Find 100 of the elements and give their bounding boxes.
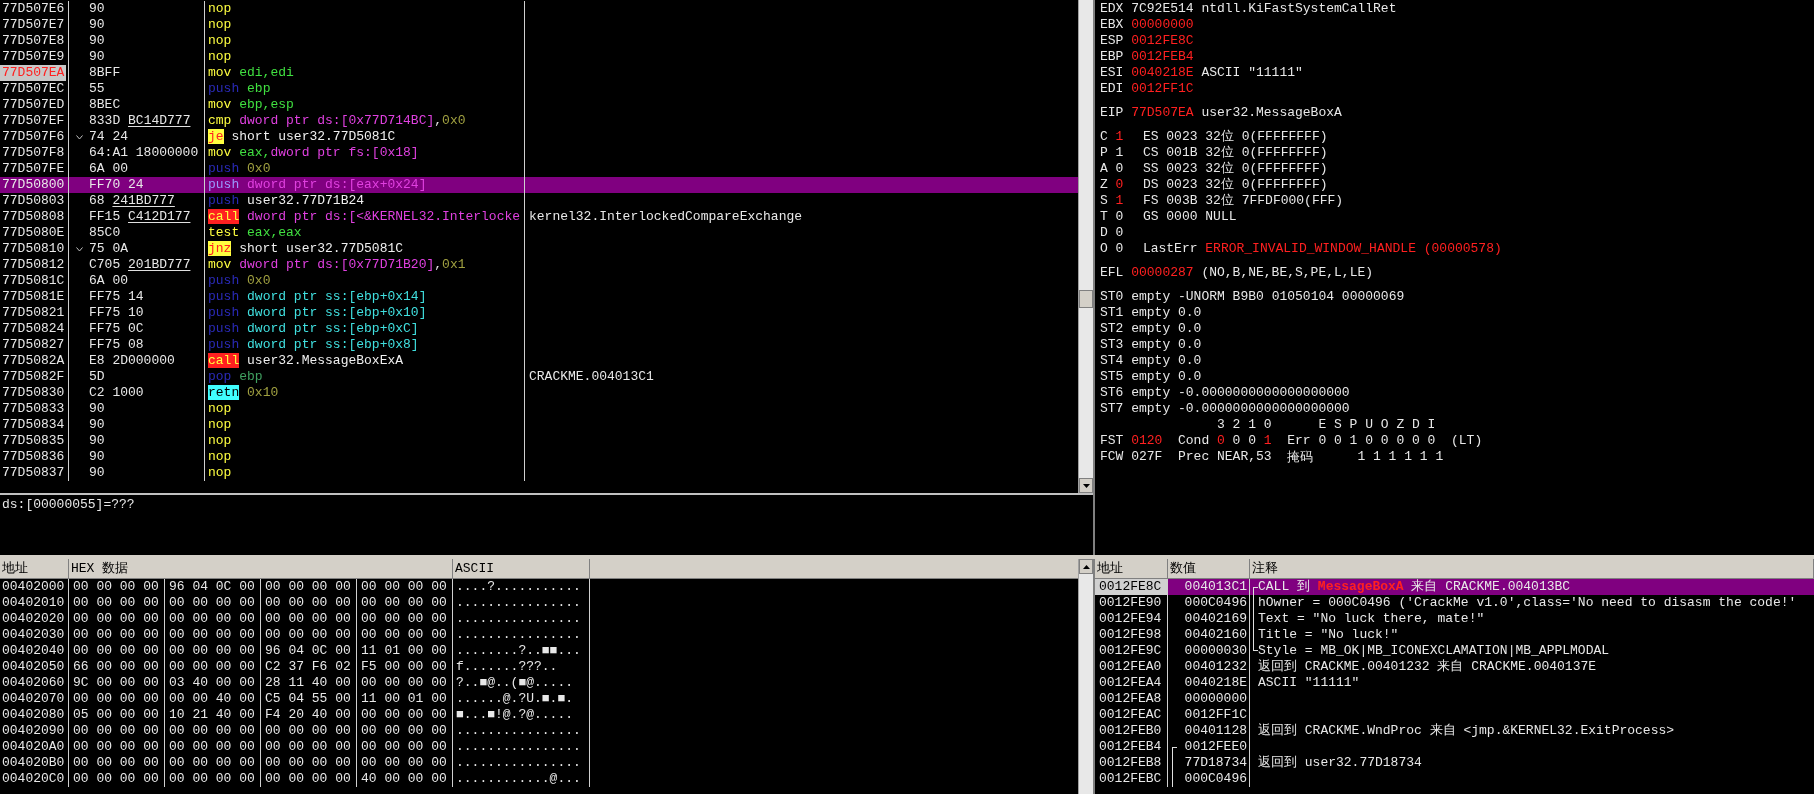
address-cell-text: 77D50833: [1, 401, 66, 417]
disassembly-row[interactable]: 77D507EC 55 push ebp: [0, 81, 1078, 97]
scroll-thumb[interactable]: [1079, 290, 1093, 308]
disassembly-row[interactable]: 77D50824 FF75 0C push dword ptr ss:[ebp+0xC]: [0, 321, 1078, 337]
flag-name: Z: [1100, 177, 1109, 193]
stack-row[interactable]: 0012FEB0 00401128 返回到 CRACKME.WndProc 来自 <jmp.&KERNEL32.ExitProcess>: [1095, 723, 1814, 739]
column-header[interactable]: 数值: [1168, 559, 1250, 578]
disassembly-row[interactable]: 77D50812 C705 201BD777 mov dword ptr ds:[0x77D71B20],0x1: [0, 257, 1078, 273]
stack-row[interactable]: 0012FE8C 004013C1 CALL 到 MessageBoxA 来自 CRACKME.004013BC: [1095, 579, 1814, 595]
instruction: mov edi,edi: [208, 65, 294, 80]
disassembly-row[interactable]: 77D50834 90 nop: [0, 417, 1078, 433]
disassembly-row[interactable]: 77D5081C 6A 00 push 0x0: [0, 273, 1078, 289]
disassembly-row[interactable]: 77D50837 90 nop: [0, 465, 1078, 481]
hex-bytes: 6A 00: [89, 273, 128, 289]
disassembly-row[interactable]: 77D50800 FF70 24 push dword ptr ds:[eax+0x24]: [0, 177, 1078, 193]
column-header[interactable]: 地址: [1095, 559, 1168, 578]
disassembly-row[interactable]: 77D5082A E8 2D000000 call user32.MessageBoxExA: [0, 353, 1078, 369]
disassembly-row[interactable]: 77D507ED 8BEC mov ebp,esp: [0, 97, 1078, 113]
stack-row[interactable]: 0012FEB4 0012FEE0: [1095, 739, 1814, 755]
disassembly-row[interactable]: 77D50836 90 nop: [0, 449, 1078, 465]
address-cell-text: 77D507FE: [1, 161, 66, 177]
flag-value[interactable]: 0: [1115, 241, 1143, 257]
register-value[interactable]: 00000287: [1131, 265, 1202, 281]
flag-value[interactable]: 0: [1115, 177, 1143, 193]
address-cell: 00402030: [0, 627, 69, 643]
hex-bytes: 05 00 00 00: [69, 707, 165, 723]
address-cell-text: 77D50810: [1, 241, 66, 257]
flag-value[interactable]: 0: [1115, 161, 1143, 177]
stack-row[interactable]: 0012FEA4 0040218E ASCII "11111": [1095, 675, 1814, 691]
stack-row[interactable]: 0012FEA8 00000000: [1095, 691, 1814, 707]
instruction: nop: [208, 433, 232, 448]
register-value[interactable]: 0012FE8C: [1131, 33, 1202, 49]
disassembly-row[interactable]: 77D50810 75 0A jnz short user32.77D5081C: [0, 241, 1078, 257]
stack-value: 77D18734: [1184, 755, 1247, 771]
hex-bytes: 00 00 00 00: [165, 627, 261, 643]
disassembly-row[interactable]: 77D5081E FF75 14 push dword ptr ss:[ebp+0x14]: [0, 289, 1078, 305]
stack-row[interactable]: 0012FEBC 000C0496: [1095, 771, 1814, 787]
scrollbar[interactable]: [1078, 0, 1093, 493]
disassembly-row[interactable]: 77D507E8 90 nop: [0, 33, 1078, 49]
disassembly-row[interactable]: 77D507E6 90 nop: [0, 1, 1078, 17]
register-value[interactable]: 00000000: [1131, 17, 1202, 33]
register-name: ESI: [1100, 65, 1125, 81]
scrollbar[interactable]: [1078, 559, 1093, 794]
disassembly-row[interactable]: 77D507EA 8BFF mov edi,edi: [0, 65, 1078, 81]
flag-value[interactable]: 1: [1115, 193, 1143, 209]
address-cell-text: 77D50837: [1, 465, 66, 481]
column-header[interactable]: 地址: [0, 559, 69, 578]
hex-bytes: 00 00 00 00: [69, 627, 165, 643]
register-value[interactable]: 027F: [1131, 449, 1178, 465]
disassembly-row[interactable]: 77D50808 FF15 C412D177 call dword ptr ds:[<&KERNEL32.Interlocke kernel32.InterlockedCompareExchange: [0, 209, 1078, 225]
column-header[interactable]: 注释: [1250, 559, 1814, 578]
disassembly-row[interactable]: 77D507F6 74 24 je short user32.77D5081C: [0, 129, 1078, 145]
register-value[interactable]: 0012FEB4: [1131, 49, 1202, 65]
stack-row[interactable]: 0012FE98 00402160 Title = "No luck!": [1095, 627, 1814, 643]
hex-bytes: 00 00 00 00: [69, 723, 165, 739]
hex-bytes: C2 37 F6 02: [261, 659, 357, 675]
register-value[interactable]: 0120: [1131, 433, 1178, 449]
instruction: test eax,eax: [208, 225, 302, 240]
disassembly-row[interactable]: 77D50833 90 nop: [0, 401, 1078, 417]
ascii-text: f.......???..: [453, 659, 590, 675]
flag-value[interactable]: 0: [1115, 225, 1143, 241]
stack-row[interactable]: 0012FEA0 00401232 返回到 CRACKME.00401232 来自 CRACKME.0040137E: [1095, 659, 1814, 675]
disassembly-row[interactable]: 77D50835 90 nop: [0, 433, 1078, 449]
register-value[interactable]: 0012FF1C: [1131, 81, 1202, 97]
disassembly-row[interactable]: 77D50821 FF75 10 push dword ptr ss:[ebp+0x10]: [0, 305, 1078, 321]
hex-bytes: 00 00 00 00: [261, 755, 357, 771]
register-name: ESP: [1100, 33, 1125, 49]
flag-value[interactable]: 1: [1115, 145, 1143, 161]
address-cell-text: 77D507F8: [1, 145, 66, 161]
flag-value[interactable]: 0: [1115, 209, 1143, 225]
hex-bytes: 00 00 00 00: [165, 643, 261, 659]
column-header[interactable]: ASCII: [453, 559, 590, 578]
address-cell: 77D507EA: [0, 65, 67, 81]
instruction: push ebp: [208, 81, 271, 96]
stack-comment: ASCII "11111": [1258, 675, 1360, 691]
stack-row[interactable]: 0012FE90 000C0496 hOwner = 000C0496 ('CrackMe v1.0',class='No need to disasm the code!': [1095, 595, 1814, 611]
instruction: nop: [208, 33, 232, 48]
disassembly-row[interactable]: 77D507E7 90 nop: [0, 17, 1078, 33]
stack-row[interactable]: 0012FE94 00402169 Text = "No luck there, mate!": [1095, 611, 1814, 627]
register-value[interactable]: 7C92E514: [1131, 1, 1202, 17]
disassembly-row[interactable]: 77D507F8 64:A1 18000000 mov eax,dword ptr fs:[0x18]: [0, 145, 1078, 161]
field-label: Err: [1287, 433, 1312, 449]
stack-row[interactable]: 0012FEB8 77D18734 返回到 user32.77D18734: [1095, 755, 1814, 771]
hex-bytes: 00 00 00 00: [165, 659, 261, 675]
instruction: cmp dword ptr ds:[0x77D714BC],0x0: [208, 113, 466, 128]
address-cell: 00402080: [0, 707, 69, 723]
column-header[interactable]: HEX 数据: [69, 559, 453, 578]
address-cell: 00402010: [0, 595, 69, 611]
flag-value[interactable]: 1: [1115, 129, 1143, 145]
stack-row[interactable]: 0012FEAC 0012FF1C: [1095, 707, 1814, 723]
disassembly-row[interactable]: 77D50830 C2 1000 retn 0x10: [0, 385, 1078, 401]
ascii-text: ................: [453, 611, 590, 627]
address-cell-text: 0012FE94: [1098, 611, 1162, 626]
flag-detail: ERROR_INVALID_WINDOW_HANDLE (00000578): [1205, 241, 1502, 257]
hex-bytes: 00 00 00 00: [165, 595, 261, 611]
register-value[interactable]: 0040218E: [1131, 65, 1202, 81]
instruction: push dword ptr ss:[ebp+0xC]: [208, 321, 419, 336]
field-label: Prec: [1178, 449, 1211, 465]
register-value[interactable]: 77D507EA: [1131, 105, 1202, 121]
stack-row[interactable]: 0012FE9C 00000030 Style = MB_OK|MB_ICONEXCLAMATION|MB_APPLMODAL: [1095, 643, 1814, 659]
